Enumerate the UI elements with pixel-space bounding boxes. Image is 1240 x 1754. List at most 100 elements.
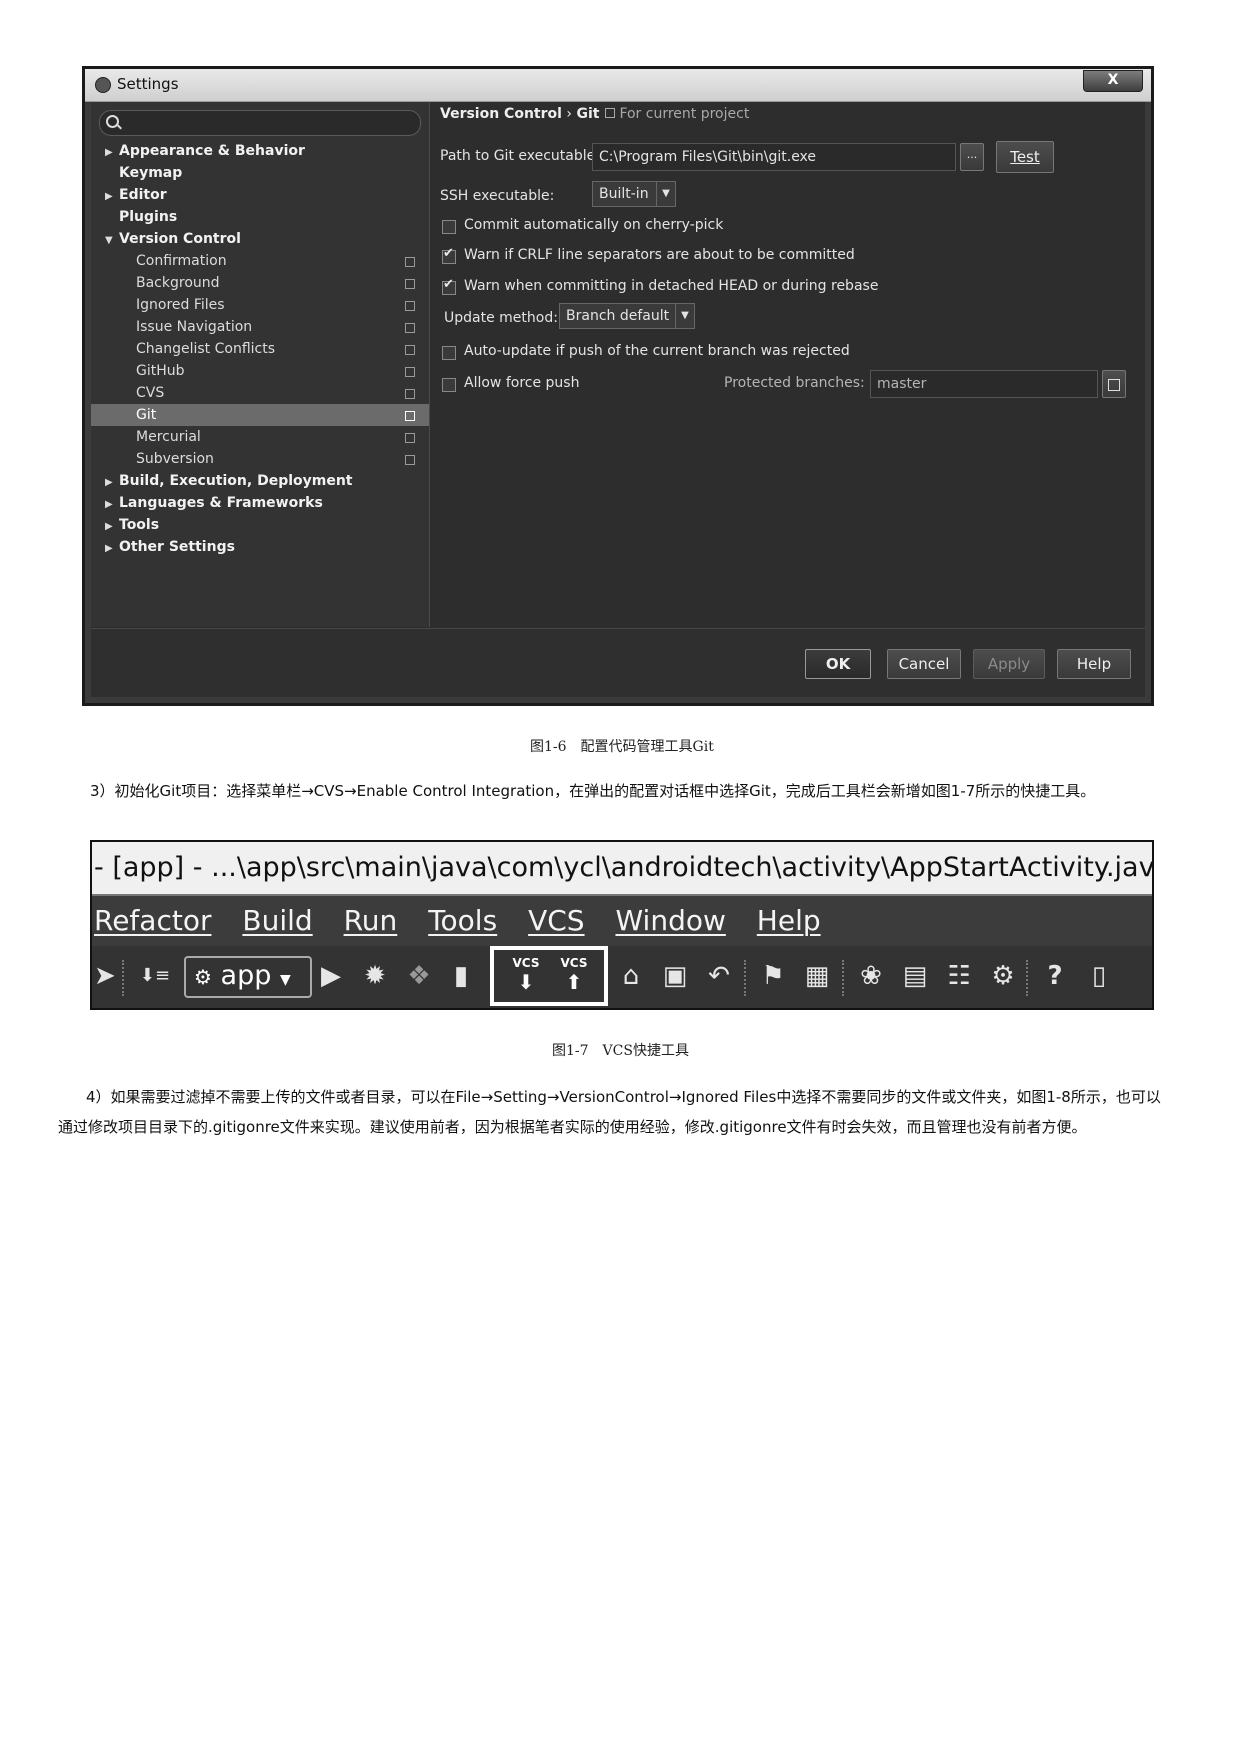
compare-icon[interactable]: ▣ [658, 958, 692, 994]
chevron-down-icon: ▼ [675, 304, 694, 328]
project-scope-icon [405, 389, 415, 399]
git-path-field[interactable]: C:\Program Files\Git\bin\git.exe [592, 143, 956, 171]
vcs-history-icon[interactable]: ⌂ [614, 958, 648, 994]
tree-item-version-control[interactable]: ▼ Version Control [105, 228, 241, 250]
device-icon[interactable]: ▯ [1082, 958, 1116, 994]
git-settings-panel: Version Control › Git For current project… [430, 102, 1145, 627]
tree-item-appearance[interactable]: ▶ Appearance & Behavior [105, 140, 305, 162]
toolbar-separator [1026, 960, 1028, 996]
warn-detached-head-checkbox[interactable] [442, 277, 456, 295]
project-scope-icon [405, 301, 415, 311]
menu-run[interactable]: Run [344, 904, 398, 937]
help-icon[interactable]: ? [1038, 958, 1072, 994]
android-icon[interactable]: ⚙ [986, 958, 1020, 994]
expand-arrow-icon: ▶ [105, 543, 113, 554]
stop-device-icon[interactable]: ▮ [446, 958, 476, 994]
toolbar-separator [842, 960, 844, 996]
ssh-select[interactable]: Built-in ▼ [592, 181, 676, 207]
sync-gradle-icon[interactable]: ❀ [854, 958, 888, 994]
close-button[interactable]: X [1083, 70, 1143, 92]
update-method-select[interactable]: Branch default ▼ [559, 303, 695, 329]
android-device-monitor-icon[interactable]: ☷ [942, 958, 976, 994]
window-title-path: - [app] - ...\app\src\main\java\com\ycl\… [92, 842, 1152, 896]
settings-search-input[interactable] [99, 110, 421, 136]
tree-item-cvs[interactable]: CVS [91, 382, 429, 404]
run-config-select[interactable]: ⚙ app ▼ [184, 956, 312, 998]
commit-cherry-pick-checkbox[interactable] [442, 220, 456, 234]
expand-arrow-icon: ▶ [105, 147, 113, 158]
warn-crlf-label: Warn if CRLF line separators are about t… [464, 247, 855, 263]
menu-refactor[interactable]: Refactor [94, 904, 211, 937]
attach-debugger-icon[interactable]: ❖ [402, 958, 436, 994]
toolbar-separator [744, 960, 746, 996]
menu-help[interactable]: Help [757, 904, 821, 937]
tree-item-subversion[interactable]: Subversion [91, 448, 429, 470]
browse-button[interactable]: ... [960, 143, 984, 171]
figure-caption-1-7: 图1-7 VCS快捷工具 [552, 1043, 689, 1059]
expand-arrow-icon: ▶ [105, 499, 113, 510]
protected-branches-label: Protected branches: [724, 375, 865, 391]
tree-item-background[interactable]: Background [91, 272, 429, 294]
dialog-title: Settings [117, 75, 179, 93]
warn-detached-head-label: Warn when committing in detached HEAD or… [464, 278, 879, 294]
toolbar-separator [122, 960, 124, 996]
menu-tools[interactable]: Tools [428, 904, 497, 937]
protected-branches-field[interactable]: master [870, 370, 1098, 398]
expand-arrow-icon: ▶ [105, 191, 113, 202]
dialog-footer: OK Cancel Apply Help [91, 628, 1145, 697]
tree-item-keymap[interactable]: Keymap [119, 162, 182, 184]
allow-force-push-checkbox[interactable] [442, 378, 456, 392]
tree-item-ignored-files[interactable]: Ignored Files [91, 294, 429, 316]
tree-item-build[interactable]: ▶ Build, Execution, Deployment [105, 470, 353, 492]
menu-window[interactable]: Window [615, 904, 725, 937]
ok-button[interactable]: OK [805, 649, 871, 679]
tree-item-changelist-conflicts[interactable]: Changelist Conflicts [91, 338, 429, 360]
warn-crlf-checkbox[interactable] [442, 246, 456, 264]
apply-button[interactable]: Apply [973, 649, 1045, 679]
commit-cherry-pick-label: Commit automatically on cherry-pick [464, 217, 724, 233]
project-scope-icon [405, 411, 415, 421]
paragraph-step-3: 3）初始化Git项目：选择菜单栏→CVS→Enable Control Inte… [90, 782, 1096, 800]
chevron-down-icon: ▼ [279, 972, 291, 988]
paragraph-step-4-line-1: 4）如果需要过滤掉不需要上传的文件或者目录，可以在File→Setting→Ve… [86, 1088, 1161, 1106]
vcs-update-icon[interactable]: VCS ⬇ [508, 956, 544, 1000]
tree-item-confirmation[interactable]: Confirmation [91, 250, 429, 272]
tree-item-other-settings[interactable]: ▶ Other Settings [105, 536, 235, 558]
tree-item-mercurial[interactable]: Mercurial [91, 426, 429, 448]
auto-update-checkbox[interactable] [442, 346, 456, 360]
project-scope-icon [405, 279, 415, 289]
make-project-icon[interactable]: ⬇≡ [138, 958, 172, 994]
sdk-manager-icon[interactable]: ▦ [800, 958, 834, 994]
ssh-label: SSH executable: [440, 188, 555, 204]
git-path-label: Path to Git executable: [440, 148, 600, 164]
vcs-commit-icon[interactable]: VCS ⬆ [556, 956, 592, 1000]
help-button[interactable]: Help [1057, 649, 1131, 679]
search-icon [106, 115, 119, 128]
settings-dialog: Settings X ▶ Appearance & Behavior Keymap… [82, 66, 1154, 706]
cancel-button[interactable]: Cancel [887, 649, 961, 679]
debug-icon[interactable]: ✹ [358, 958, 392, 994]
tree-item-git[interactable]: Git [91, 404, 429, 426]
expand-arrow-icon: ▶ [105, 521, 113, 532]
tree-item-languages[interactable]: ▶ Languages & Frameworks [105, 492, 323, 514]
avd-manager-icon[interactable]: ▤ [898, 958, 932, 994]
tree-item-issue-navigation[interactable]: Issue Navigation [91, 316, 429, 338]
menu-build[interactable]: Build [242, 904, 312, 937]
run-icon[interactable]: ▶ [316, 958, 346, 994]
edit-branches-button[interactable] [1102, 370, 1126, 398]
menu-vcs[interactable]: VCS [528, 904, 584, 937]
test-button[interactable]: Test [996, 141, 1054, 173]
breadcrumb: Version Control › Git For current project [440, 106, 750, 122]
navigate-forward-icon[interactable]: ➤ [94, 958, 116, 994]
tree-item-plugins[interactable]: Plugins [119, 206, 177, 228]
tree-item-github[interactable]: GitHub [91, 360, 429, 382]
project-scope-icon [405, 433, 415, 443]
tree-item-editor[interactable]: ▶ Editor [105, 184, 167, 206]
expand-field-icon [1108, 379, 1120, 391]
title-bar: Settings X [85, 69, 1151, 102]
revert-icon[interactable]: ↶ [702, 958, 736, 994]
project-scope-icon [605, 108, 616, 118]
vcs-tools-highlight: VCS ⬇ VCS ⬆ [490, 946, 608, 1006]
project-structure-icon[interactable]: ⚑ [756, 958, 790, 994]
tree-item-tools[interactable]: ▶ Tools [105, 514, 159, 536]
